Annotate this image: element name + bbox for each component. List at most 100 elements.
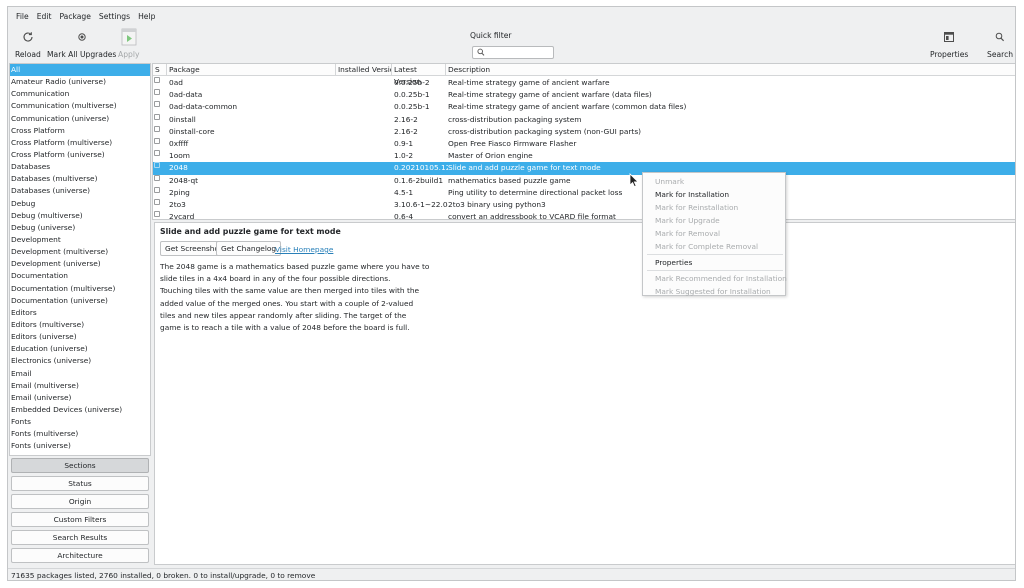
package-checkbox[interactable] <box>154 162 160 169</box>
section-item[interactable]: Debug (universe) <box>10 222 150 234</box>
section-item[interactable]: Editors (multiverse) <box>10 319 150 331</box>
package-row[interactable]: 0xffff 0.9-1 Open Free Fiasco Firmware Fla… <box>153 137 1015 150</box>
section-item[interactable]: Email <box>10 368 150 380</box>
package-latest-version: 2.16-2 <box>394 126 418 136</box>
section-item[interactable]: Amateur Radio (universe) <box>10 76 150 88</box>
section-item[interactable]: Communication (universe) <box>10 113 150 125</box>
section-item[interactable]: Development (universe) <box>10 258 150 270</box>
section-item[interactable]: Education (universe) <box>10 343 150 355</box>
mark-all-upgrades-button[interactable]: Mark All Upgrades <box>47 27 116 63</box>
ctx-mark-upgrade[interactable]: Mark for Upgrade <box>655 216 720 225</box>
menu-file[interactable]: File <box>12 12 33 21</box>
package-latest-version: 0.0.25b-1 <box>394 102 430 112</box>
section-item[interactable]: Databases (multiverse) <box>10 173 150 185</box>
package-checkbox[interactable] <box>154 113 160 120</box>
ctx-mark-suggested[interactable]: Mark Suggested for Installation <box>655 287 771 296</box>
column-latest-version[interactable]: Latest Version <box>392 64 446 86</box>
package-name: 2vcard <box>169 212 195 220</box>
package-row[interactable]: 2ping 4.5-1 Ping utility to determine dire… <box>153 186 1015 199</box>
ctx-mark-complete-removal[interactable]: Mark for Complete Removal <box>655 242 758 251</box>
column-package[interactable]: Package <box>167 64 336 76</box>
section-item[interactable]: Debug <box>10 198 150 210</box>
package-row[interactable]: 2048-qt 0.1.6-2build1 mathematics based pu… <box>153 174 1015 187</box>
section-item[interactable]: Databases (universe) <box>10 185 150 197</box>
ctx-mark-install[interactable]: Mark for Installation <box>655 190 729 199</box>
apply-button[interactable]: Apply <box>118 27 139 63</box>
package-latest-version: 1.0-2 <box>394 151 414 161</box>
ctx-mark-reinstall[interactable]: Mark for Reinstallation <box>655 203 738 212</box>
mark-all-upgrades-label: Mark All Upgrades <box>47 50 117 59</box>
menu-edit[interactable]: Edit <box>33 12 56 21</box>
package-checkbox[interactable] <box>154 211 160 218</box>
package-row[interactable]: 2to3 3.10.6-1~22.04 2to3 binary using pyth… <box>153 198 1015 211</box>
architecture-button[interactable]: Architecture <box>11 548 149 563</box>
package-row[interactable]: 0ad 0.0.25b-2 Real-time strategy game of a… <box>153 77 1015 89</box>
reload-button[interactable]: Reload <box>15 27 41 63</box>
package-latest-version: 4.5-1 <box>394 187 414 197</box>
package-latest-version: 0.1.6-2build1 <box>394 175 444 185</box>
section-item[interactable]: Communication <box>10 88 150 100</box>
package-checkbox[interactable] <box>154 150 160 157</box>
section-item[interactable]: Databases <box>10 161 150 173</box>
section-item[interactable]: Editors (universe) <box>10 331 150 343</box>
quick-filter-input[interactable] <box>472 46 554 59</box>
section-item[interactable]: Fonts (universe) <box>10 440 150 452</box>
ctx-unmark[interactable]: Unmark <box>655 177 684 186</box>
package-checkbox[interactable] <box>154 89 160 96</box>
package-row[interactable]: 0install-core 2.16-2 cross-distribution pa… <box>153 125 1015 138</box>
package-checkbox[interactable] <box>154 186 160 193</box>
section-item[interactable]: All <box>10 64 150 77</box>
section-item[interactable]: Fonts (multiverse) <box>10 428 150 440</box>
package-checkbox[interactable] <box>154 174 160 181</box>
package-row[interactable]: 0ad-data-common 0.0.25b-1 Real-time strate… <box>153 101 1015 113</box>
section-item[interactable]: Cross Platform (universe) <box>10 149 150 161</box>
menu-settings[interactable]: Settings <box>95 12 134 21</box>
status-button[interactable]: Status <box>11 476 149 491</box>
search-button[interactable]: Search <box>987 27 1013 63</box>
custom-filters-button[interactable]: Custom Filters <box>11 512 149 527</box>
menu-package[interactable]: Package <box>55 12 94 21</box>
search-results-button[interactable]: Search Results <box>11 530 149 545</box>
package-row[interactable]: 1oom 1.0-2 Master of Orion engine <box>153 150 1015 162</box>
sections-button[interactable]: Sections <box>11 458 149 473</box>
package-checkbox[interactable] <box>154 137 160 144</box>
section-item[interactable]: Fonts <box>10 416 150 428</box>
package-checkbox[interactable] <box>154 125 160 132</box>
menu-help[interactable]: Help <box>134 12 159 21</box>
package-latest-version: 0.6-4 <box>394 212 414 220</box>
ctx-mark-removal[interactable]: Mark for Removal <box>655 229 720 238</box>
package-row[interactable]: 2vcard 0.6-4 convert an addressbook to VCA… <box>153 211 1015 220</box>
section-item[interactable]: Development (multiverse) <box>10 246 150 258</box>
visit-homepage-link[interactable]: Visit Homepage <box>275 245 333 254</box>
section-item[interactable]: Email (universe) <box>10 392 150 404</box>
package-checkbox[interactable] <box>154 198 160 205</box>
section-item[interactable]: Documentation <box>10 270 150 282</box>
package-description: convert an addressbook to VCARD file for… <box>448 212 616 220</box>
package-checkbox[interactable] <box>154 101 160 108</box>
origin-button[interactable]: Origin <box>11 494 149 509</box>
section-item[interactable]: Editors <box>10 307 150 319</box>
section-item[interactable]: Embedded Devices (universe) <box>10 404 150 416</box>
section-item[interactable]: Email (multiverse) <box>10 380 150 392</box>
package-row[interactable]: 2048 0.20210105.1243-2Slide and add puzzl… <box>153 162 1015 175</box>
column-status[interactable]: S <box>153 64 167 76</box>
package-checkbox[interactable] <box>154 77 160 83</box>
get-changelog-button[interactable]: Get Changelog <box>216 241 282 256</box>
section-item[interactable]: Communication (multiverse) <box>10 100 150 112</box>
package-row[interactable]: 0ad-data 0.0.25b-1 Real-time strategy game… <box>153 89 1015 101</box>
section-item[interactable]: Documentation (multiverse) <box>10 283 150 295</box>
section-item[interactable]: Development <box>10 234 150 246</box>
section-item[interactable]: Electronics (universe) <box>10 355 150 367</box>
properties-button[interactable]: Properties <box>930 27 968 63</box>
column-installed-version[interactable]: Installed Version <box>336 64 392 76</box>
section-item[interactable]: Cross Platform (multiverse) <box>10 137 150 149</box>
package-name: 0install <box>169 114 196 124</box>
ctx-mark-recommended[interactable]: Mark Recommended for Installation <box>655 274 787 283</box>
section-item[interactable]: GNOME Desktop Environment <box>10 453 150 456</box>
section-item[interactable]: Documentation (universe) <box>10 295 150 307</box>
section-item[interactable]: Cross Platform <box>10 125 150 137</box>
ctx-properties[interactable]: Properties <box>655 258 692 267</box>
package-row[interactable]: 0install 2.16-2 cross-distribution packagi… <box>153 113 1015 126</box>
column-description[interactable]: Description <box>446 64 1015 76</box>
section-item[interactable]: Debug (multiverse) <box>10 210 150 222</box>
